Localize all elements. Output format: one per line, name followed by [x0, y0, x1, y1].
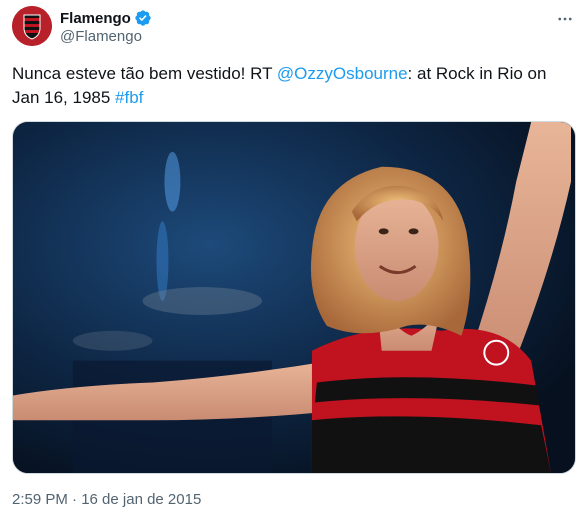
author-name[interactable]: Flamengo: [60, 10, 131, 27]
flamengo-crest-icon: [12, 6, 52, 46]
tweet[interactable]: Flamengo @Flamengo Nunca esteve tão bem …: [0, 0, 588, 516]
avatar[interactable]: [12, 6, 52, 46]
more-options-icon: [558, 17, 572, 21]
tweet-text: Nunca esteve tão bem vestido! RT @OzzyOs…: [12, 62, 572, 110]
hashtag-link[interactable]: #fbf: [115, 88, 143, 107]
more-options-button[interactable]: [554, 8, 576, 30]
tweet-timestamp[interactable]: 2:59 PM · 16 de jan de 2015: [12, 491, 201, 508]
concert-photo: [13, 122, 575, 473]
author-name-row[interactable]: Flamengo: [60, 8, 152, 28]
tweet-photo[interactable]: [12, 121, 576, 474]
author-handle[interactable]: @Flamengo: [60, 28, 142, 45]
tweet-text-before: Nunca esteve tão bem vestido! RT: [12, 64, 277, 83]
mention-link[interactable]: @OzzyOsbourne: [277, 64, 408, 83]
verified-badge-icon: [134, 9, 152, 27]
